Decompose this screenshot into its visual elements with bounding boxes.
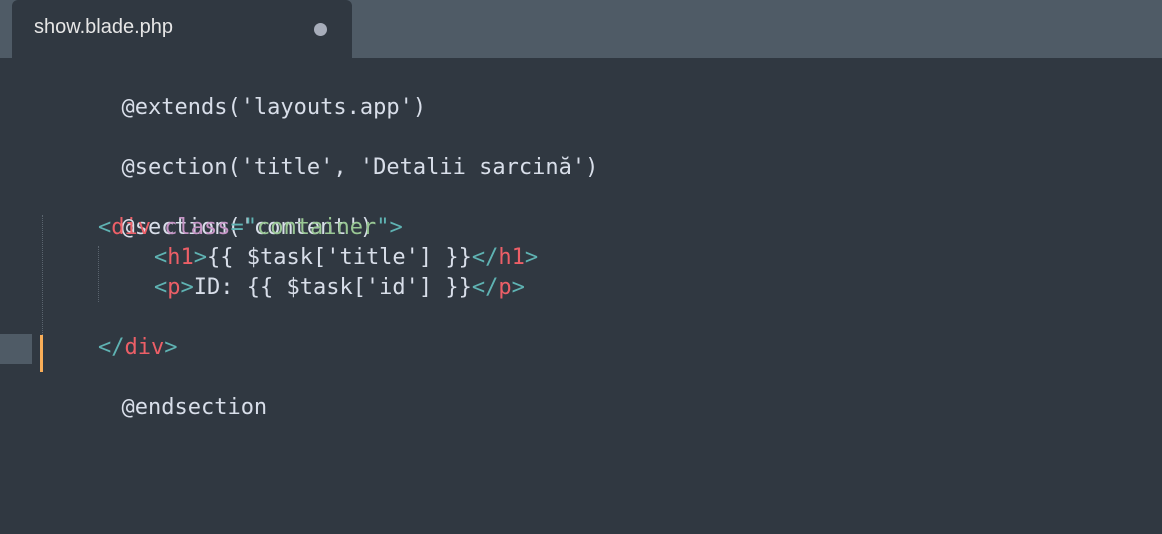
tag-open-bracket: </	[98, 335, 125, 360]
tab-bar: show.blade.php	[0, 0, 1162, 58]
tag-content: ID: {{ $task['id'] }}	[193, 275, 472, 300]
tag-name: p	[167, 275, 181, 300]
current-line-gutter-marker	[0, 334, 32, 364]
tag-close-bracket: >	[524, 245, 539, 270]
code-text: @section('title', 'Detalii sarcină')	[121, 155, 599, 180]
unsaved-dot-icon[interactable]	[314, 23, 327, 36]
tag-close-bracket: >	[164, 335, 178, 360]
code-line-7: <h1>{{ $task['title'] }}</h1>	[154, 243, 538, 273]
indent-guide	[98, 246, 99, 302]
code-line-6: <div class="container">	[98, 213, 403, 243]
code-text: @endsection	[121, 395, 268, 420]
tag-close-bracket: >	[193, 245, 207, 270]
tab-title: show.blade.php	[34, 16, 174, 38]
tag-name: p	[498, 275, 512, 300]
code-editor[interactable]: @extends('layouts.app') @section('title'…	[0, 58, 1162, 534]
text-caret	[40, 335, 43, 372]
attribute-equals: =	[230, 215, 244, 240]
code-line-1: @extends('layouts.app')	[42, 63, 426, 120]
tag-open-bracket: </	[471, 245, 499, 270]
file-tab[interactable]: show.blade.php	[12, 0, 352, 58]
string-quote: "	[376, 215, 390, 240]
tag-close-bracket: >	[389, 215, 403, 240]
attribute-name: class	[151, 215, 231, 240]
tag-close-bracket: >	[511, 275, 525, 300]
tag-open-bracket: <	[98, 215, 112, 240]
string-quote: "	[243, 215, 257, 240]
tag-name: h1	[498, 245, 525, 270]
attribute-value: container	[256, 215, 377, 240]
code-line-3: @section('title', 'Detalii sarcină')	[42, 123, 598, 180]
code-line-8: <p>ID: {{ $task['id'] }}</p>	[154, 273, 525, 303]
code-line-5: @section('content')	[42, 183, 373, 240]
tag-close-bracket: >	[180, 275, 194, 300]
code-line-10: </div>	[98, 333, 178, 363]
editor-window: show.blade.php @extends('layouts.app') @…	[0, 0, 1162, 534]
code-text: @extends('layouts.app')	[121, 95, 427, 120]
tag-open-bracket: <	[154, 275, 168, 300]
tag-content: {{ $task['title'] }}	[207, 245, 472, 270]
tag-open-bracket: </	[471, 275, 499, 300]
tag-name: div	[111, 215, 151, 240]
tag-open-bracket: <	[154, 245, 168, 270]
tag-name: h1	[167, 245, 194, 270]
code-line-11: @endsection	[42, 363, 267, 420]
tag-name: div	[124, 335, 165, 360]
